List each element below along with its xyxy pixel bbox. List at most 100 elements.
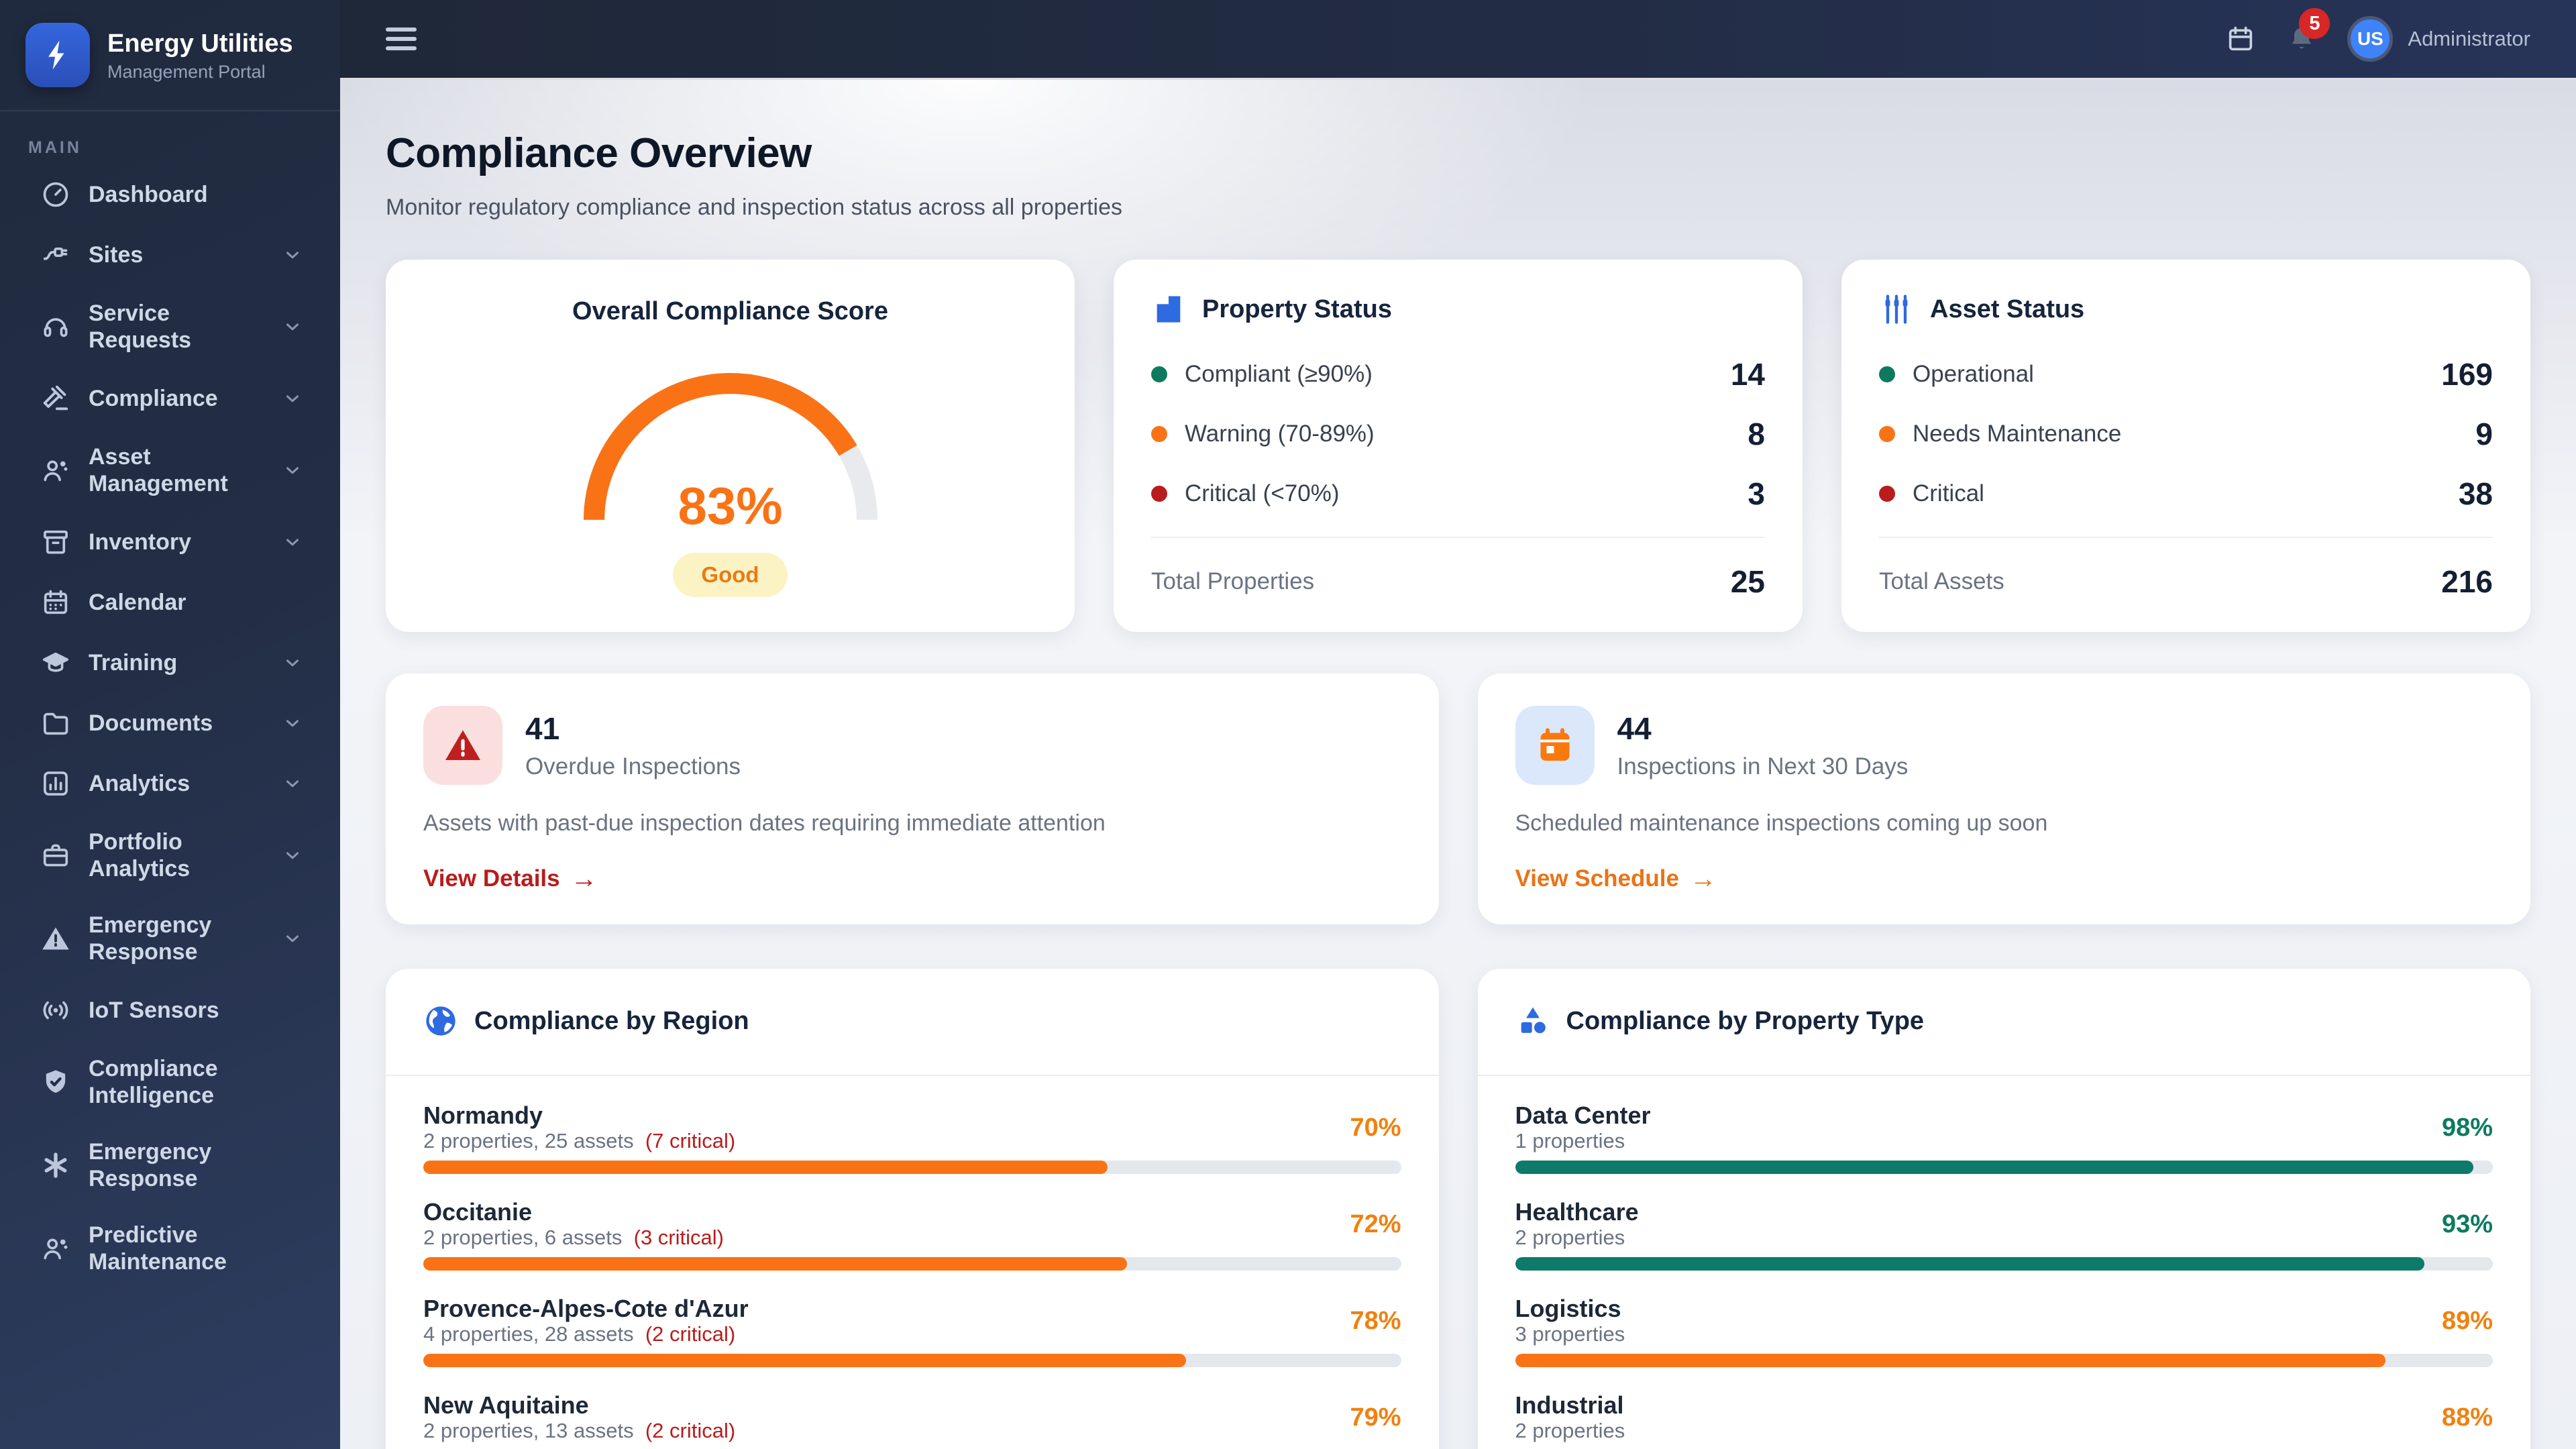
progress-track (423, 1161, 1401, 1174)
sidebar-nav: Dashboard Sites Service Requests Complia… (0, 164, 340, 1449)
sidebar-item-compliance-intelligence[interactable]: Compliance Intelligence (0, 1040, 340, 1124)
sidebar-item-portfolio-analytics[interactable]: Portfolio Analytics (0, 814, 340, 897)
alert-description: Assets with past-due inspection dates re… (423, 810, 1106, 836)
property-type-row: Healthcare 2 properties 93% (1515, 1199, 2493, 1271)
arrow-right-icon: → (570, 864, 598, 894)
shapes-icon (1515, 1004, 1550, 1038)
globe-icon (423, 1004, 458, 1038)
page-content: Compliance Overview Monitor regulatory c… (340, 80, 2576, 1449)
alert-icon-box (423, 706, 502, 785)
sidebar-item-inventory[interactable]: Inventory (0, 512, 340, 572)
notifications-button[interactable]: 5 (2287, 8, 2330, 54)
property-type-row: Data Center 1 properties 98% (1515, 1103, 2493, 1174)
calendar-button[interactable] (2225, 23, 2256, 54)
asterisk-icon (40, 1150, 71, 1181)
user-role: Administrator (2408, 27, 2530, 50)
avatar: US (2347, 16, 2394, 62)
card-title: Property Status (1202, 294, 1392, 323)
type-percent: 89% (2441, 1306, 2493, 1335)
card-title: Compliance by Property Type (1566, 1006, 1925, 1035)
region-row: Occitanie 2 properties, 6 assets (3 crit… (423, 1199, 1401, 1271)
sidebar-item-compliance[interactable]: Compliance (0, 368, 340, 429)
card-title: Compliance by Region (474, 1006, 749, 1035)
chevron-down-icon (282, 460, 303, 480)
user-menu[interactable]: US Administrator (2347, 16, 2530, 62)
warning-triangle-icon (40, 923, 71, 954)
progress-fill (423, 1161, 1108, 1174)
lightning-bolt-icon (48, 40, 64, 70)
progress-track (1515, 1161, 2493, 1174)
status-row: Compliant (≥90%) 14 (1151, 344, 1765, 404)
plug-icon (40, 239, 71, 270)
gauge-value: 83% (678, 476, 783, 535)
compliance-gauge: 83% (570, 353, 892, 535)
sidebar-item-dashboard[interactable]: Dashboard (0, 164, 340, 225)
region-row: Provence-Alpes-Cote d'Azur 4 properties,… (423, 1296, 1401, 1367)
critical-count: (7 critical) (645, 1129, 736, 1152)
red-dot-icon (1879, 485, 1895, 502)
region-percent: 70% (1350, 1113, 1401, 1142)
progress-track (1515, 1257, 2493, 1271)
critical-count: (2 critical) (645, 1322, 736, 1346)
sidebar-item-sites[interactable]: Sites (0, 225, 340, 285)
orange-dot-icon (1151, 425, 1167, 442)
red-dot-icon (1151, 485, 1167, 502)
property-type-row: Logistics 3 properties 89% (1515, 1296, 2493, 1367)
alert-icon-box (1515, 706, 1595, 785)
menu-button[interactable] (386, 28, 417, 50)
sidebar-section-label: MAIN (28, 138, 82, 157)
green-dot-icon (1879, 366, 1895, 382)
progress-fill (423, 1354, 1186, 1367)
view-schedule-link[interactable]: View Schedule → (1515, 865, 1717, 892)
overall-compliance-card: Overall Compliance Score 83% Good (386, 260, 1075, 632)
progress-fill (1515, 1161, 2473, 1174)
view-details-link[interactable]: View Details → (423, 865, 598, 892)
page-title: Compliance Overview (386, 130, 812, 176)
alert-description: Scheduled maintenance inspections coming… (1515, 810, 2048, 836)
alert-count: 44 (1617, 711, 1652, 746)
sidebar-item-service-requests[interactable]: Service Requests (0, 285, 340, 368)
progress-fill (423, 1257, 1128, 1271)
calendar-icon (2229, 26, 2253, 51)
status-row: Critical (<70%) 3 (1151, 464, 1765, 523)
chevron-down-icon (282, 713, 303, 733)
type-percent: 98% (2441, 1113, 2493, 1142)
progress-fill (1515, 1257, 2424, 1271)
progress-track (423, 1257, 1401, 1271)
status-row: Warning (70-89%) 8 (1151, 404, 1765, 464)
sidebar-item-documents[interactable]: Documents (0, 693, 340, 753)
warning-triangle-icon (445, 730, 480, 760)
chevron-down-icon (282, 928, 303, 949)
chevron-down-icon (282, 653, 303, 673)
brand-subtitle: Management Portal (107, 61, 266, 82)
calendar-icon (40, 587, 71, 618)
region-percent: 79% (1350, 1403, 1401, 1432)
upcoming-inspections-card: 44 Inspections in Next 30 Days Scheduled… (1477, 674, 2530, 924)
sidebar-item-asset-management[interactable]: Asset Management (0, 429, 340, 512)
progress-track (423, 1354, 1401, 1367)
region-row: New Aquitaine 2 properties, 13 assets (2… (423, 1391, 1401, 1442)
sidebar-item-calendar[interactable]: Calendar (0, 572, 340, 633)
alert-count: 41 (525, 711, 560, 746)
sidebar-item-predictive-maintenance[interactable]: Predictive Maintenance (0, 1207, 340, 1290)
sidebar-item-emergency-response[interactable]: Emergency Response (0, 897, 340, 980)
sidebar-item-emergency-response-2[interactable]: Emergency Response (0, 1124, 340, 1207)
calendar-check-icon (1540, 728, 1569, 761)
sidebar-item-training[interactable]: Training (0, 633, 340, 693)
sidebar-item-analytics[interactable]: Analytics (0, 753, 340, 814)
total-row: Total Properties 25 (1151, 564, 1765, 599)
total-row: Total Assets 216 (1879, 564, 2493, 599)
chevron-down-icon (282, 845, 303, 865)
logo (25, 23, 90, 87)
progress-track (1515, 1354, 2493, 1367)
orange-dot-icon (1879, 425, 1895, 442)
worker-gear-icon (40, 455, 71, 486)
broadcast-icon (40, 995, 71, 1026)
type-percent: 88% (2441, 1403, 2493, 1432)
progress-fill (1515, 1354, 2385, 1367)
property-status-card: Property Status Compliant (≥90%) 14 Warn… (1114, 260, 1803, 632)
sidebar: Energy Utilities Management Portal MAIN … (0, 0, 340, 1449)
sidebar-item-iot-sensors[interactable]: IoT Sensors (0, 980, 340, 1040)
arrow-right-icon: → (1689, 864, 1717, 894)
compliance-by-region-card: Compliance by Region Normandy 2 properti… (386, 969, 1439, 1449)
